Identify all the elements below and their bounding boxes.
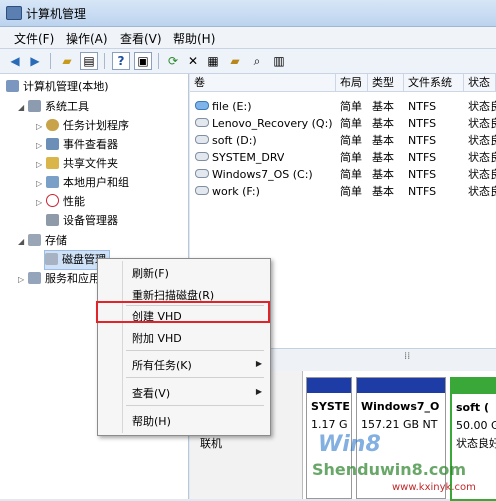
watermark-logo: Win8 [318, 432, 381, 457]
device-manager-icon [46, 214, 59, 226]
tree-item-shared-folders[interactable]: ▷ 共享文件夹 [36, 155, 118, 173]
properties-icon[interactable]: ▦ [204, 52, 222, 70]
users-icon [46, 176, 59, 188]
table-row[interactable]: soft (D:) 简单 基本 NTFS 状态良 [190, 132, 496, 149]
volume-icon [195, 118, 209, 127]
menu-item-help[interactable]: 帮助(H) [132, 413, 171, 429]
expand-arrow-icon[interactable]: ▷ [18, 271, 28, 289]
window-title: 计算机管理 [26, 7, 87, 21]
expand-arrow-icon[interactable]: ▷ [36, 194, 46, 212]
performance-icon [46, 194, 59, 207]
menu-item-all-tasks[interactable]: 所有任务(K) [132, 357, 192, 373]
clock-icon [46, 119, 59, 131]
volume-icon [195, 152, 209, 161]
tree-item-event-viewer[interactable]: ▷ 事件查看器 [36, 136, 118, 154]
tree-item-performance[interactable]: ▷ 性能 [36, 193, 85, 211]
tree-item-task-scheduler[interactable]: ▷ 任务计划程序 [36, 117, 129, 135]
toolbar: ◀ ▶ ▰ ▤ ? ▣ ⟳ ✕ ▦ ▰ ⌕ ▥ [0, 49, 496, 74]
open-icon[interactable]: ▰ [226, 52, 244, 70]
title-bar: 计算机管理 [0, 0, 496, 27]
storage-icon [28, 234, 41, 246]
expand-arrow-icon[interactable]: ▷ [36, 137, 46, 155]
volume-icon [195, 186, 209, 195]
submenu-arrow-icon: ▶ [255, 387, 262, 396]
column-header-volume[interactable]: 卷 [190, 74, 336, 92]
menu-item-refresh[interactable]: 刷新(F) [132, 265, 169, 281]
submenu-arrow-icon: ▶ [255, 359, 262, 368]
volume-icon [195, 169, 209, 178]
menu-item-attach-vhd[interactable]: 附加 VHD [132, 330, 182, 346]
computer-icon [6, 80, 19, 92]
expand-arrow-icon[interactable]: ▷ [36, 175, 46, 193]
tree-root[interactable]: 计算机管理(本地) [6, 78, 109, 96]
event-viewer-icon [46, 138, 59, 150]
column-header-type[interactable]: 类型 [368, 74, 404, 92]
column-header-filesystem[interactable]: 文件系统 [404, 74, 464, 92]
up-folder-icon[interactable]: ▰ [58, 52, 76, 70]
table-row[interactable]: Lenovo_Recovery (Q:) 简单 基本 NTFS 状态良 [190, 115, 496, 132]
menu-bar: 文件(F) 操作(A) 查看(V) 帮助(H) [0, 27, 496, 49]
services-icon [28, 272, 41, 284]
watermark-site: Shenduwin8.com [312, 460, 467, 479]
column-header-status[interactable]: 状态 [464, 74, 496, 92]
find-icon[interactable]: ⌕ [248, 52, 266, 70]
tree-system-tools[interactable]: ◢ 系统工具 [18, 98, 89, 116]
delete-icon[interactable]: ✕ [184, 52, 202, 70]
tree-storage[interactable]: ◢ 存储 [18, 232, 67, 250]
menu-file[interactable]: 文件(F) [14, 30, 54, 47]
disk-management-icon [45, 253, 58, 265]
annotation-highlight-box [96, 301, 270, 323]
help-icon[interactable]: ? [112, 52, 130, 70]
menu-item-view[interactable]: 查看(V) [132, 385, 170, 401]
console-icon[interactable]: ▣ [134, 52, 152, 70]
menu-separator [126, 377, 264, 378]
menu-separator [126, 350, 264, 351]
back-icon[interactable]: ◀ [6, 52, 24, 70]
watermark-url: www.kxinyk.com [392, 482, 476, 493]
volume-icon [195, 101, 209, 110]
menu-separator [126, 405, 264, 406]
show-hide-tree-icon[interactable]: ▤ [80, 52, 98, 70]
menu-action[interactable]: 操作(A) [66, 30, 108, 47]
table-row[interactable]: Windows7_OS (C:) 简单 基本 NTFS 状态良 [190, 166, 496, 183]
computer-management-icon [6, 6, 22, 20]
column-header-layout[interactable]: 布局 [336, 74, 368, 92]
tools-icon [28, 100, 41, 112]
refresh-icon[interactable]: ⟳ [164, 52, 182, 70]
splitter-grip-icon[interactable]: ⁞⁞ [404, 351, 410, 362]
context-menu: 刷新(F) 重新扫描磁盘(R) 创建 VHD 附加 VHD 所有任务(K) ▶ … [97, 258, 271, 436]
menu-gutter [122, 261, 123, 433]
collapse-arrow-icon[interactable]: ◢ [18, 233, 28, 251]
table-row[interactable]: work (F:) 简单 基本 NTFS 状态良 [190, 183, 496, 200]
tree-item-device-manager[interactable]: 设备管理器 [46, 212, 118, 230]
table-row[interactable]: SYSTEM_DRV 简单 基本 NTFS 状态良 [190, 149, 496, 166]
menu-view[interactable]: 查看(V) [120, 30, 162, 47]
menu-help[interactable]: 帮助(H) [173, 30, 215, 47]
disk-status: 联机 [200, 437, 222, 450]
expand-arrow-icon[interactable]: ▷ [36, 156, 46, 174]
view-icon[interactable]: ▥ [270, 52, 288, 70]
tree-item-local-users[interactable]: ▷ 本地用户和组 [36, 174, 129, 192]
collapse-arrow-icon[interactable]: ◢ [18, 99, 28, 117]
table-row[interactable]: file (E:) 简单 基本 NTFS 状态良 [190, 98, 496, 115]
watermark: Win8 Shenduwin8.com www.kxinyk.com [300, 424, 496, 499]
expand-arrow-icon[interactable]: ▷ [36, 118, 46, 136]
shared-folder-icon [46, 157, 59, 169]
volume-icon [195, 135, 209, 144]
forward-icon[interactable]: ▶ [26, 52, 44, 70]
